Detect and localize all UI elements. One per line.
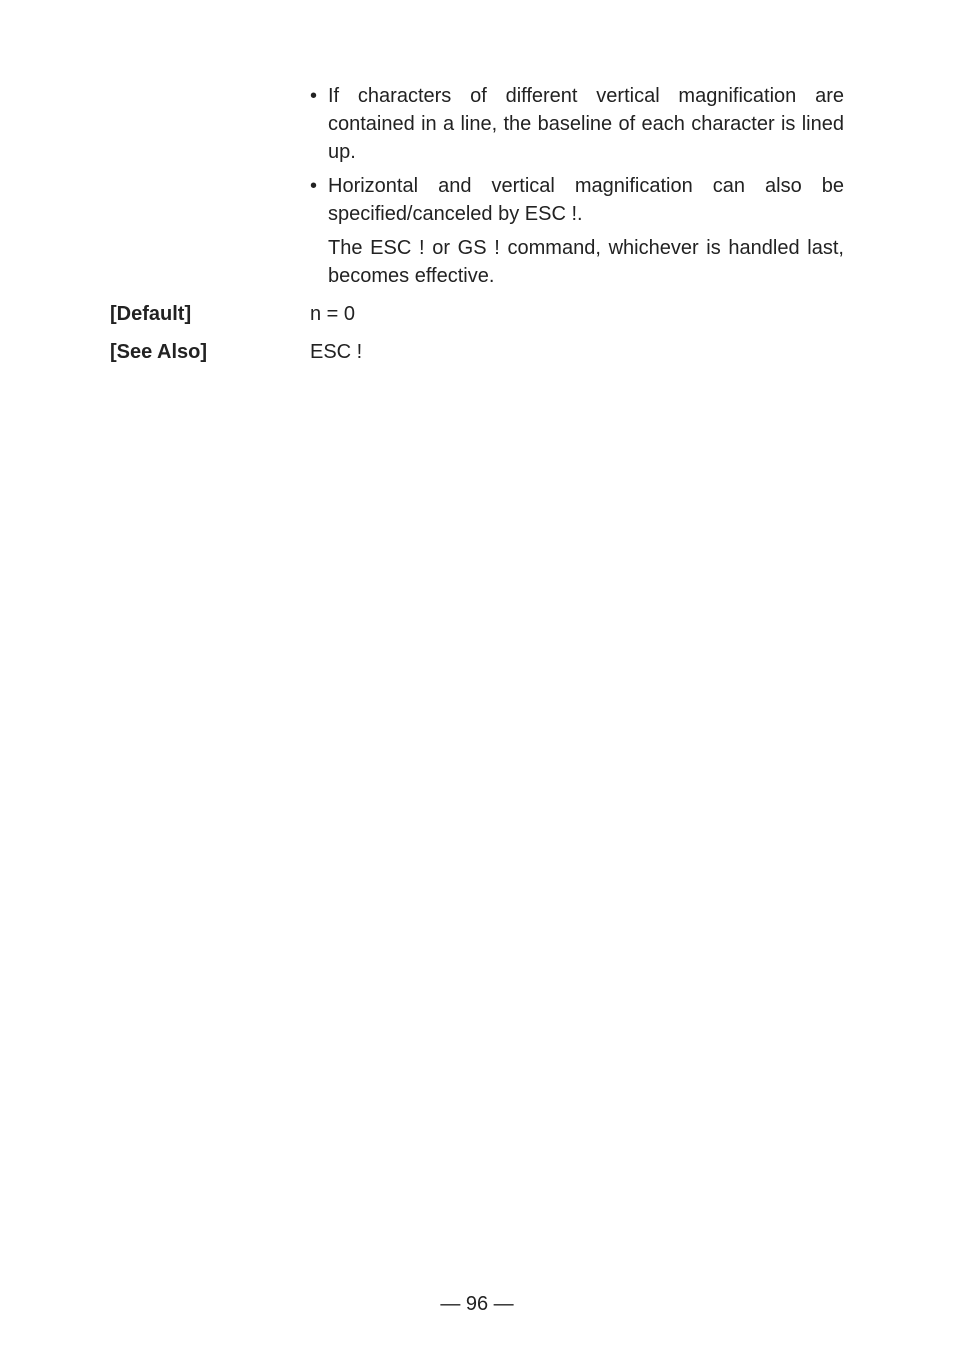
- default-value: n = 0: [310, 300, 844, 328]
- bullet-list: • If characters of different vertical ma…: [310, 82, 844, 290]
- bullet-item: • Horizontal and vertical magnification …: [310, 172, 844, 228]
- bullet-followup: The ESC ! or GS ! command, whichever is …: [328, 234, 844, 290]
- bullet-text: Horizontal and vertical magnification ca…: [328, 172, 844, 228]
- bullet-marker: •: [310, 82, 328, 166]
- bullet-marker: •: [310, 172, 328, 228]
- default-row: [Default] n = 0: [110, 300, 844, 328]
- bullet-text: If characters of different vertical magn…: [328, 82, 844, 166]
- page-content: • If characters of different vertical ma…: [110, 82, 844, 366]
- see-also-row: [See Also] ESC !: [110, 338, 844, 366]
- see-also-label: [See Also]: [110, 338, 310, 366]
- page-number: — 96 —: [0, 1293, 954, 1316]
- default-label: [Default]: [110, 300, 310, 328]
- see-also-value: ESC !: [310, 338, 844, 366]
- document-page: • If characters of different vertical ma…: [0, 0, 954, 1352]
- bullet-item: • If characters of different vertical ma…: [310, 82, 844, 166]
